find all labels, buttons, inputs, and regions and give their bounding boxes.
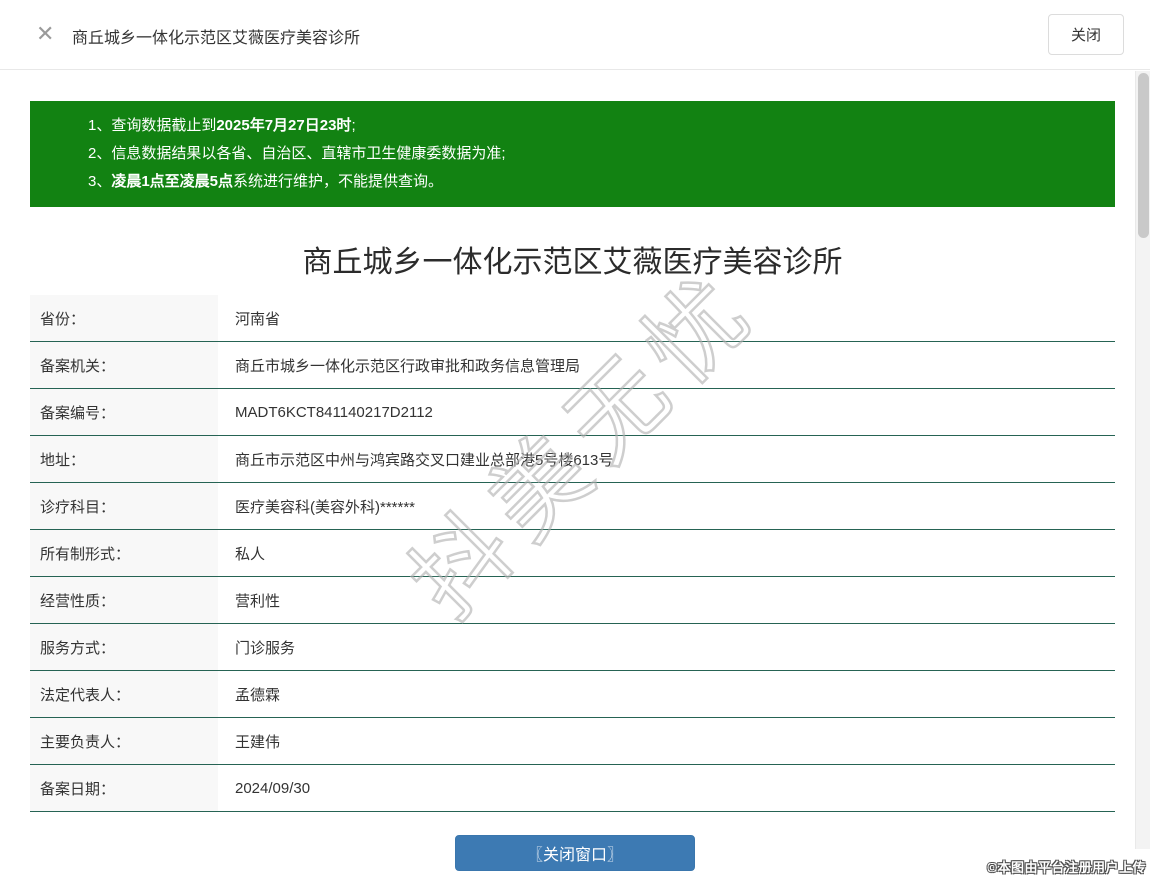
notice-line-2: 2、信息数据结果以各省、自治区、直辖市卫生健康委数据为准; xyxy=(88,140,1095,168)
copyright-watermark: ©本图由平台注册用户上传 xyxy=(987,857,1146,876)
notice-text: 1、查询数据截止到 xyxy=(88,117,216,134)
notice-bold-text: 凌晨1点至凌晨5点 xyxy=(111,173,233,190)
row-label: 经营性质： xyxy=(30,577,218,623)
table-row-main-person-in-charge: 主要负责人： 王建伟 xyxy=(30,718,1115,765)
notice-line-3: 3、凌晨1点至凌晨5点系统进行维护，不能提供查询。 xyxy=(88,168,1095,196)
notice-banner: 1、查询数据截止到2025年7月27日23时; 2、信息数据结果以各省、自治区、… xyxy=(30,101,1115,207)
row-value: 河南省 xyxy=(218,295,280,341)
page-title: 商丘城乡一体化示范区艾薇医疗美容诊所 xyxy=(0,237,1145,281)
close-window-button[interactable]: 〖关闭窗口〗 xyxy=(455,835,695,871)
close-button[interactable]: 关闭 xyxy=(1048,14,1124,55)
row-value: 商丘市城乡一体化示范区行政审批和政务信息管理局 xyxy=(218,342,580,388)
table-row-clinical-departments: 诊疗科目： 医疗美容科(美容外科)****** xyxy=(30,483,1115,530)
table-row-business-nature: 经营性质： 营利性 xyxy=(30,577,1115,624)
row-label: 法定代表人： xyxy=(30,671,218,717)
notice-line-1: 1、查询数据截止到2025年7月27日23时; xyxy=(88,112,1095,140)
row-label: 服务方式： xyxy=(30,624,218,670)
row-label: 备案编号： xyxy=(30,389,218,435)
table-row-legal-representative: 法定代表人： 孟德霖 xyxy=(30,671,1115,718)
scrollbar-thumb[interactable] xyxy=(1138,73,1149,238)
row-value: MADT6KCT841140217D2112 xyxy=(218,389,433,435)
notice-text: ; xyxy=(351,117,355,134)
row-value: 私人 xyxy=(218,530,265,576)
bottom-button-area: 〖关闭窗口〗 xyxy=(0,835,1150,871)
notice-text: 2、信息数据结果以各省、自治区、直辖市卫生健康委数据为准; xyxy=(88,145,506,162)
close-x-icon[interactable]: ✕ xyxy=(36,21,54,47)
row-label: 主要负责人： xyxy=(30,718,218,764)
row-label: 备案日期： xyxy=(30,765,218,811)
table-row-filing-authority: 备案机关： 商丘市城乡一体化示范区行政审批和政务信息管理局 xyxy=(30,342,1115,389)
row-value: 商丘市示范区中州与鸿宾路交叉口建业总部港5号楼613号 xyxy=(218,436,613,482)
row-label: 诊疗科目： xyxy=(30,483,218,529)
table-row-address: 地址： 商丘市示范区中州与鸿宾路交叉口建业总部港5号楼613号 xyxy=(30,436,1115,483)
notice-text: 系统进行维护，不能提供查询。 xyxy=(233,173,443,190)
row-label: 省份： xyxy=(30,295,218,341)
table-row-ownership-form: 所有制形式： 私人 xyxy=(30,530,1115,577)
row-label: 地址： xyxy=(30,436,218,482)
row-label: 备案机关： xyxy=(30,342,218,388)
notice-text: 3、 xyxy=(88,173,111,190)
row-value: 2024/09/30 xyxy=(218,765,310,811)
notice-bold-text: 2025年7月27日23时 xyxy=(216,117,351,134)
detail-table: 省份： 河南省 备案机关： 商丘市城乡一体化示范区行政审批和政务信息管理局 备案… xyxy=(30,295,1115,812)
window-title: 商丘城乡一体化示范区艾薇医疗美容诊所 xyxy=(72,24,360,48)
table-row-filing-date: 备案日期： 2024/09/30 xyxy=(30,765,1115,812)
row-value: 营利性 xyxy=(218,577,280,623)
row-value: 孟德霖 xyxy=(218,671,280,717)
row-value: 医疗美容科(美容外科)****** xyxy=(218,483,415,529)
row-value: 门诊服务 xyxy=(218,624,295,670)
scrollbar-track[interactable] xyxy=(1135,71,1150,849)
table-row-filing-number: 备案编号： MADT6KCT841140217D2112 xyxy=(30,389,1115,436)
table-row-service-mode: 服务方式： 门诊服务 xyxy=(30,624,1115,671)
table-row-province: 省份： 河南省 xyxy=(30,295,1115,342)
row-value: 王建伟 xyxy=(218,718,280,764)
window-titlebar: ✕ 商丘城乡一体化示范区艾薇医疗美容诊所 关闭 xyxy=(0,0,1150,70)
row-label: 所有制形式： xyxy=(30,530,218,576)
